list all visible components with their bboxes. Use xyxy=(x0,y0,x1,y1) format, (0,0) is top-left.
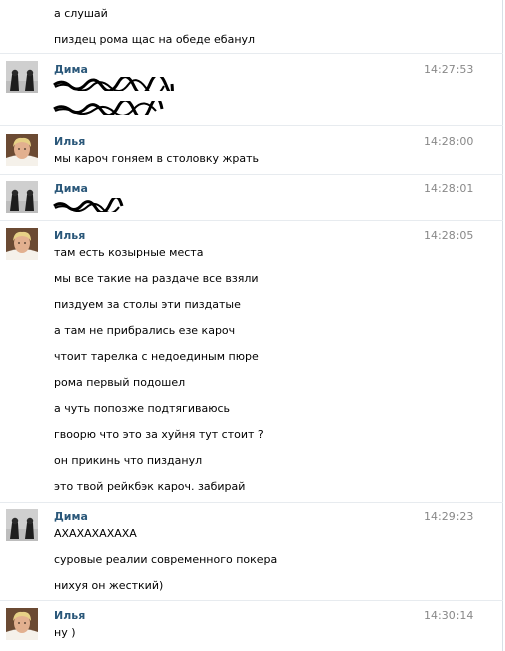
message-time: 14:28:01 xyxy=(424,182,474,195)
message-text: ну ) xyxy=(54,626,76,639)
message-text: АХАХАХАХАХА xyxy=(54,527,137,540)
divider xyxy=(0,174,503,175)
message-history: а слушай пиздец рома щас на обеде ебанул… xyxy=(0,0,503,651)
message-text: а слушай xyxy=(54,7,108,20)
divider xyxy=(0,53,503,54)
ilya-avatar[interactable] xyxy=(6,608,38,640)
divider xyxy=(0,220,503,221)
message-text: пиздец рома щас на обеде ебанул xyxy=(54,33,256,46)
message-time: 14:27:53 xyxy=(424,63,474,76)
message-time: 14:30:14 xyxy=(424,609,474,622)
dima-avatar[interactable] xyxy=(6,181,38,213)
message-text: он прикинь что пизданул xyxy=(54,454,203,467)
scribbled-redaction xyxy=(53,101,164,115)
ilya-avatar[interactable] xyxy=(6,134,38,166)
divider xyxy=(0,502,503,503)
author-name-link[interactable]: Дима xyxy=(54,63,88,76)
message-text: пиздуем за столы эти пиздатые xyxy=(54,298,241,311)
author-name-link[interactable]: Илья xyxy=(54,229,85,242)
ilya-avatar[interactable] xyxy=(6,228,38,260)
message-text: а чуть попозже подтягиваюсь xyxy=(54,402,230,415)
message-text: мы кароч гоняем в столовку жрать xyxy=(54,152,260,165)
author-name-link[interactable]: Илья xyxy=(54,609,85,622)
message-text: гвоорю что это за хуйня тут стоит ? xyxy=(54,428,264,441)
dima-avatar[interactable] xyxy=(6,61,38,93)
message-text: суровые реалии современного покера xyxy=(54,553,278,566)
divider xyxy=(0,600,503,601)
message-text: нихуя он жесткий) xyxy=(54,579,164,592)
message-time: 14:28:00 xyxy=(424,135,474,148)
message-time: 14:28:05 xyxy=(424,229,474,242)
dima-avatar[interactable] xyxy=(6,509,38,541)
scribbled-redaction xyxy=(53,198,124,212)
author-name-link[interactable]: Дима xyxy=(54,182,88,195)
message-text: чтоит тарелка с недоединым пюре xyxy=(54,350,259,363)
message-text: это твой рейкбэк кароч. забирай xyxy=(54,480,246,493)
message-text: а там не прибрались езе кароч xyxy=(54,324,236,337)
divider xyxy=(0,125,503,126)
scribbled-redaction xyxy=(53,77,174,91)
author-name-link[interactable]: Илья xyxy=(54,135,85,148)
message-text: рома первый подошел xyxy=(54,376,186,389)
message-text: мы все такие на раздаче все взяли xyxy=(54,272,259,285)
message-time: 14:29:23 xyxy=(424,510,474,523)
message-text: там есть козырные места xyxy=(54,246,204,259)
author-name-link[interactable]: Дима xyxy=(54,510,88,523)
